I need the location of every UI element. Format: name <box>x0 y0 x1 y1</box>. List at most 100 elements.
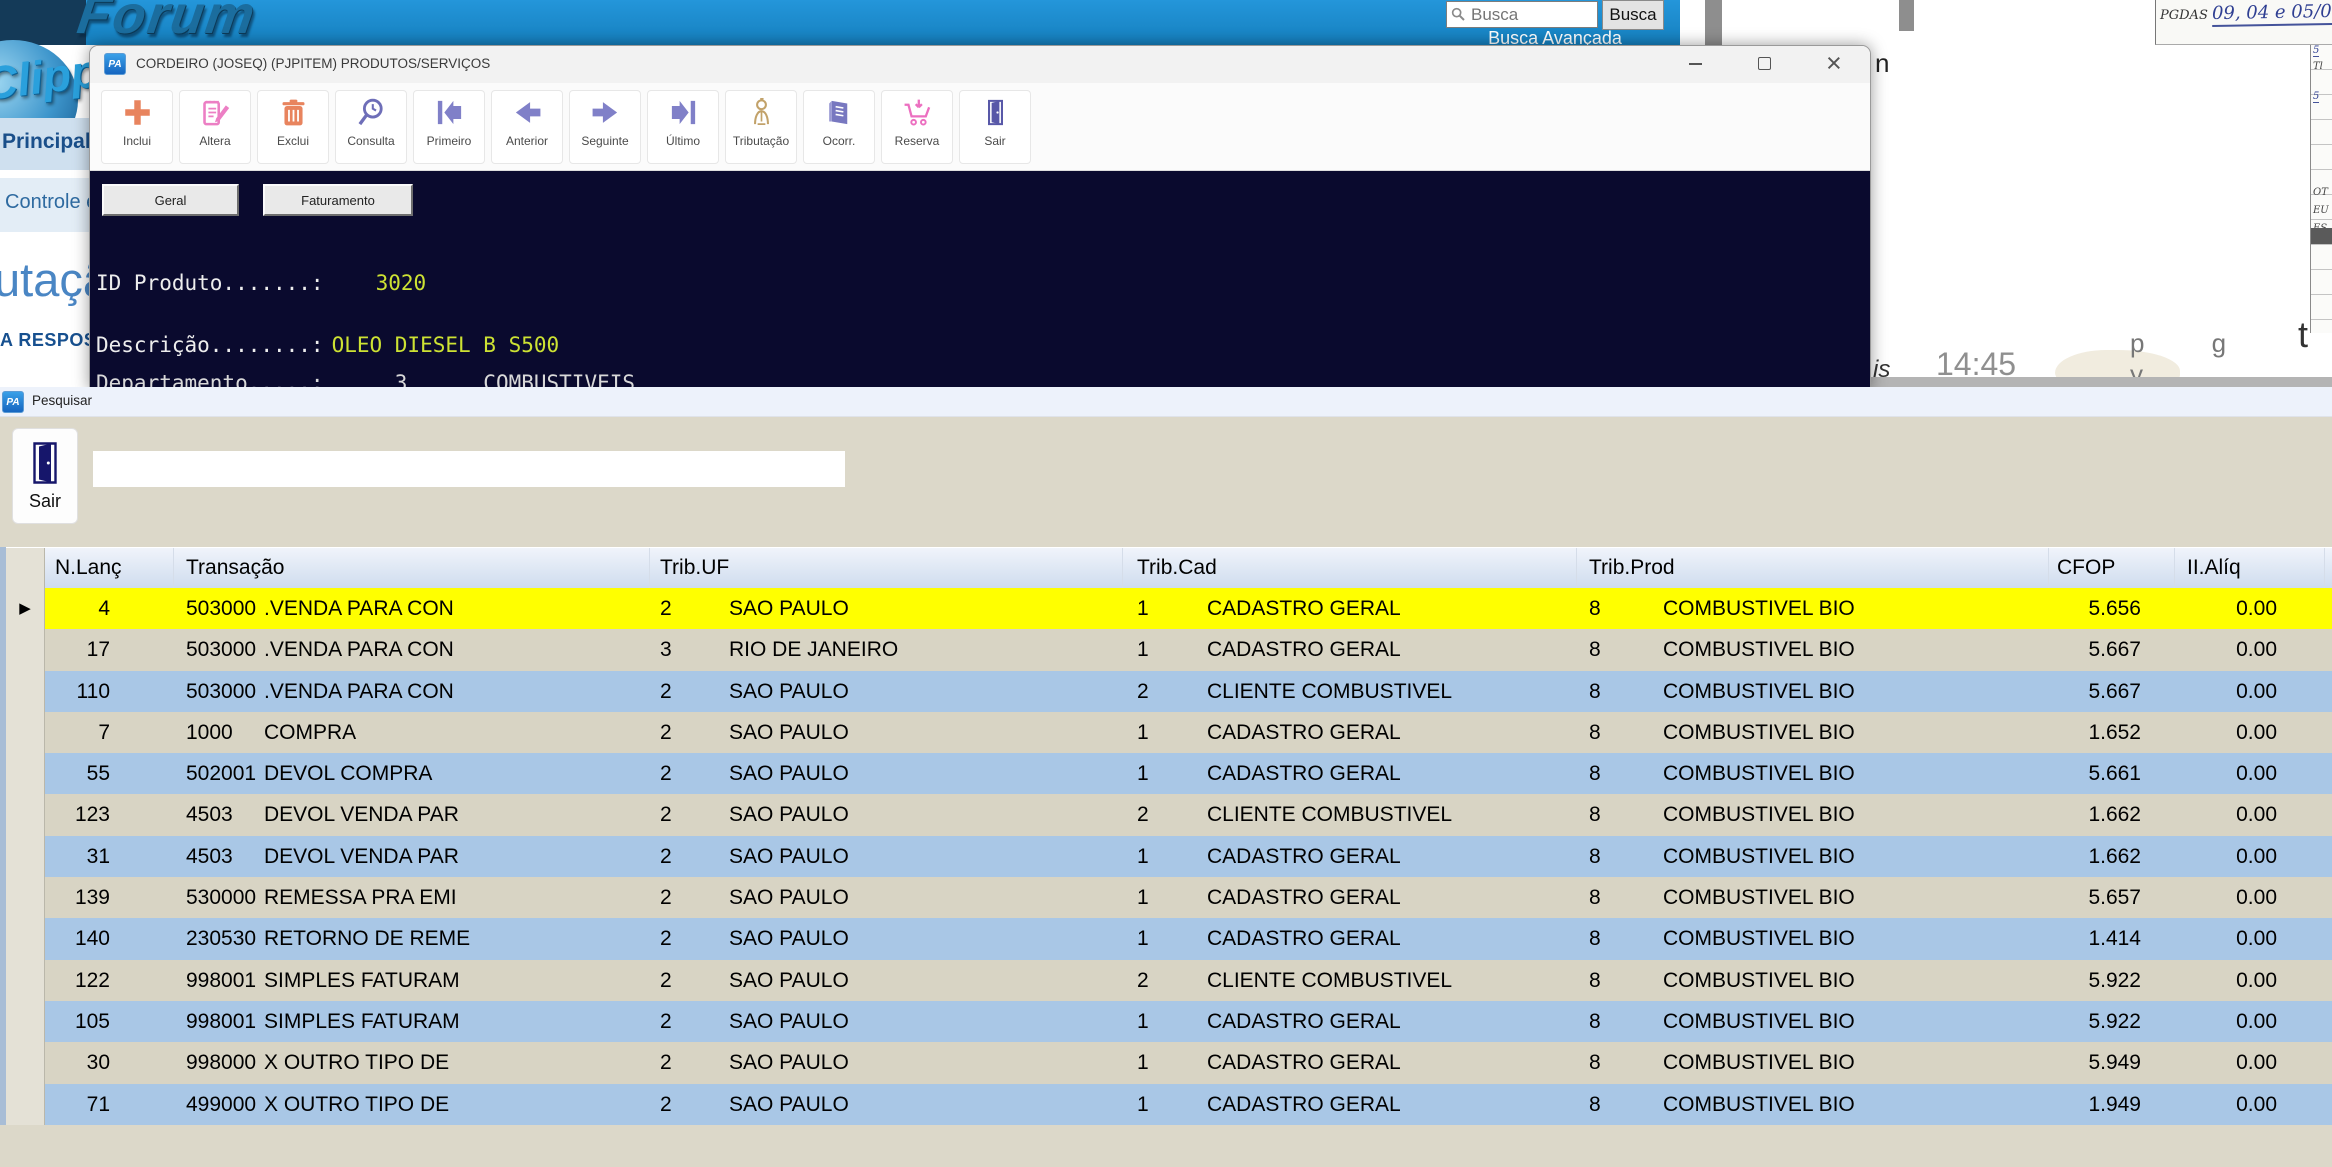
cell-transacao: 230530RETORNO DE REME <box>174 918 650 959</box>
scan-dark-band <box>2311 228 2332 244</box>
background-letter: t <box>2298 314 2308 356</box>
cell-cfop: 5.922 <box>2049 960 2175 1001</box>
inclui-button[interactable]: Inclui <box>101 90 173 164</box>
header-cfop[interactable]: CFOP <box>2049 548 2175 588</box>
sair-button[interactable]: Sair <box>12 428 78 524</box>
window-title: CORDEIRO (JOSEQ) (PJPITEM) PRODUTOS/SERV… <box>136 56 490 71</box>
tributacao-button[interactable]: Tributação <box>725 90 797 164</box>
scan-fragment: OT <box>2313 187 2328 198</box>
anterior-button[interactable]: Anterior <box>491 90 563 164</box>
cell-aliq: 0.00 <box>2175 671 2325 712</box>
row-selector <box>6 794 45 835</box>
header-trib-cad[interactable]: Trib.Cad <box>1123 548 1577 588</box>
table-row[interactable]: 7 1000COMPRA 2SAO PAULO 1CADASTRO GERAL … <box>6 712 2332 753</box>
table-row[interactable]: 110 503000.VENDA PARA CON 2SAO PAULO 2CL… <box>6 671 2332 712</box>
search-icon <box>1450 6 1466 22</box>
ocorr-button[interactable]: Ocorr. <box>803 90 875 164</box>
table-row[interactable]: 140 230530RETORNO DE REME 2SAO PAULO 1CA… <box>6 918 2332 959</box>
header-trib-prod[interactable]: Trib.Prod <box>1577 548 2049 588</box>
primeiro-button[interactable]: Primeiro <box>413 90 485 164</box>
table-row[interactable]: ▶ 4 503000.VENDA PARA CON 2SAO PAULO 1CA… <box>6 588 2332 629</box>
cell-cfop: 1.414 <box>2049 918 2175 959</box>
cell-cfop: 5.922 <box>2049 1001 2175 1042</box>
maximize-button[interactable] <box>1758 57 1771 70</box>
cell-trib-prod: 8COMBUSTIVEL BIO <box>1577 918 2049 959</box>
field-id-produto-value: 3020 <box>376 271 427 295</box>
table-row[interactable]: 71 499000X OUTRO TIPO DE 2SAO PAULO 1CAD… <box>6 1084 2332 1125</box>
row-selector <box>6 1084 45 1125</box>
produtos-toolbar: Inclui Altera Exclui <box>90 83 1870 171</box>
busca-avancada-link[interactable]: Busca Avançada <box>1446 28 1664 46</box>
reserva-button[interactable]: Reserva <box>881 90 953 164</box>
cell-trib-cad: 1CADASTRO GERAL <box>1123 629 1577 670</box>
cell-nlanc: 105 <box>45 1001 174 1042</box>
cell-trib-cad: 1CADASTRO GERAL <box>1123 877 1577 918</box>
row-selected-arrow: ▶ <box>19 600 31 617</box>
cell-trib-uf: 2SAO PAULO <box>650 877 1123 918</box>
table-row[interactable]: 55 502001DEVOL COMPRA 2SAO PAULO 1CADAST… <box>6 753 2332 794</box>
header-nlanc[interactable]: N.Lanç <box>45 548 174 588</box>
app-icon: PA <box>2 391 24 413</box>
produtos-titlebar[interactable]: PA CORDEIRO (JOSEQ) (PJPITEM) PRODUTOS/S… <box>90 46 1870 83</box>
cell-trib-cad: 1CADASTRO GERAL <box>1123 1042 1577 1083</box>
forum-logo: Forum <box>74 0 261 46</box>
tab-geral[interactable]: Geral <box>102 184 239 216</box>
sair-toolbar-button[interactable]: Sair <box>959 90 1031 164</box>
table-row[interactable]: 122 998001SIMPLES FATURAM 2SAO PAULO 2CL… <box>6 960 2332 1001</box>
cell-trib-prod: 8COMBUSTIVEL BIO <box>1577 753 2049 794</box>
door-icon <box>27 439 63 487</box>
cell-cfop: 5.667 <box>2049 671 2175 712</box>
arrow-right-icon <box>590 97 621 128</box>
table-row[interactable]: 17 503000.VENDA PARA CON 3RIO DE JANEIRO… <box>6 629 2332 670</box>
altera-button[interactable]: Altera <box>179 90 251 164</box>
header-transacao[interactable]: Transação <box>174 548 650 588</box>
cell-transacao: 998001SIMPLES FATURAM <box>174 1001 650 1042</box>
field-descricao: Descrição........:OLEO DIESEL B S500 <box>96 333 559 357</box>
busca-button[interactable]: Busca <box>1602 0 1664 30</box>
sidebar-item-controle[interactable]: Controle e <box>5 191 97 214</box>
table-row[interactable]: 30 998000X OUTRO TIPO DE 2SAO PAULO 1CAD… <box>6 1042 2332 1083</box>
cell-cfop: 1.652 <box>2049 712 2175 753</box>
exclui-button[interactable]: Exclui <box>257 90 329 164</box>
table-header: N.Lanç Transação Trib.UF Trib.Cad Trib.P… <box>6 547 2332 588</box>
cell-trib-uf: 2SAO PAULO <box>650 1084 1123 1125</box>
busca-search-input[interactable] <box>1446 1 1598 28</box>
scan-fragment: 5 <box>2313 45 2319 57</box>
cell-trib-cad: 1CADASTRO GERAL <box>1123 1084 1577 1125</box>
cell-cfop: 5.949 <box>2049 1042 2175 1083</box>
cell-trib-cad: 2CLIENTE COMBUSTIVEL <box>1123 960 1577 1001</box>
screen: Forum Clipp Principal < Controle e utaçã… <box>0 0 2332 1167</box>
table-row[interactable]: 105 998001SIMPLES FATURAM 2SAO PAULO 1CA… <box>6 1001 2332 1042</box>
cell-trib-uf: 2SAO PAULO <box>650 1042 1123 1083</box>
cell-nlanc: 110 <box>45 671 174 712</box>
cell-trib-prod: 8COMBUSTIVEL BIO <box>1577 1084 2049 1125</box>
cell-transacao: 502001DEVOL COMPRA <box>174 753 650 794</box>
table-row[interactable]: 31 4503DEVOL VENDA PAR 2SAO PAULO 1CADAS… <box>6 836 2332 877</box>
row-selector <box>6 836 45 877</box>
consulta-button[interactable]: Consulta <box>335 90 407 164</box>
row-selector <box>6 629 45 670</box>
cell-transacao: 998001SIMPLES FATURAM <box>174 960 650 1001</box>
table-row[interactable]: 123 4503DEVOL VENDA PAR 2SAO PAULO 2CLIE… <box>6 794 2332 835</box>
table-row[interactable]: 139 530000REMESSA PRA EMI 2SAO PAULO 1CA… <box>6 877 2332 918</box>
header-trib-uf[interactable]: Trib.UF <box>650 548 1123 588</box>
pesquisar-input[interactable] <box>93 451 845 487</box>
tab-faturamento[interactable]: Faturamento <box>263 184 413 216</box>
pesquisar-titlebar[interactable] <box>0 387 2332 417</box>
pgdas-handwriting: 09, 04 e 05/0 <box>2212 1 2332 27</box>
scan-fragment: EU <box>2313 205 2329 216</box>
cell-aliq: 0.00 <box>2175 629 2325 670</box>
magnifier-icon <box>356 97 387 128</box>
close-button[interactable]: × <box>1826 47 1842 80</box>
seguinte-button[interactable]: Seguinte <box>569 90 641 164</box>
cell-trib-uf: 2SAO PAULO <box>650 588 1123 629</box>
header-aliq[interactable]: II.Alíq <box>2175 548 2325 588</box>
edit-icon <box>200 97 231 128</box>
header-selector <box>6 548 45 588</box>
cell-cfop: 5.667 <box>2049 629 2175 670</box>
cell-nlanc: 123 <box>45 794 174 835</box>
minimize-button[interactable] <box>1689 63 1702 65</box>
app-icon: PA <box>104 53 126 75</box>
cell-trib-cad: 2CLIENTE COMBUSTIVEL <box>1123 794 1577 835</box>
ultimo-button[interactable]: Último <box>647 90 719 164</box>
